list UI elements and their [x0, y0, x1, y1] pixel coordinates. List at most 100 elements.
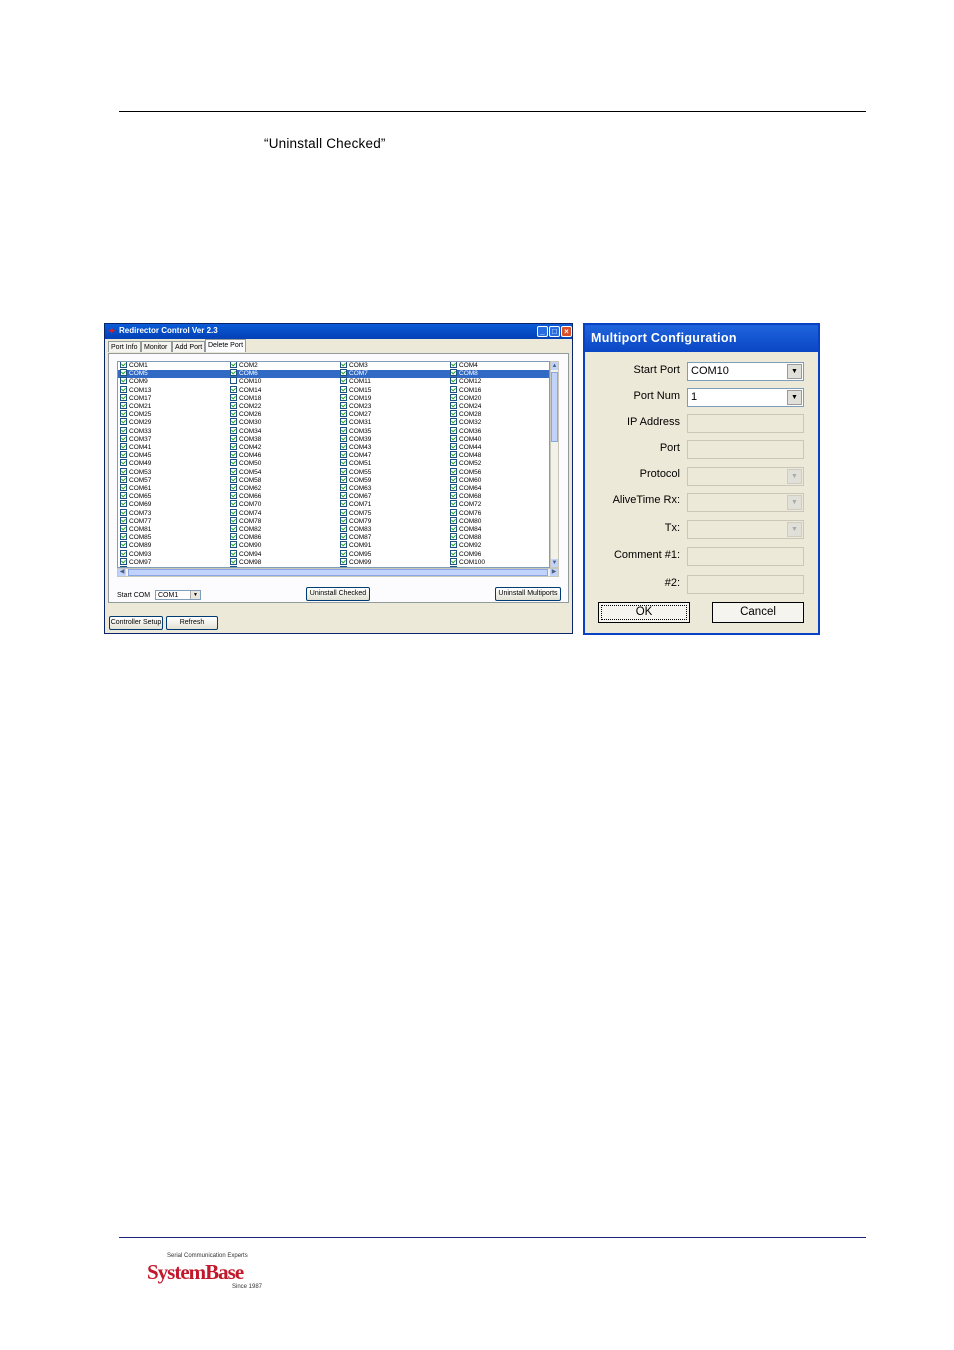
checkbox[interactable]: [450, 508, 457, 516]
checkbox[interactable]: [120, 402, 127, 409]
checkbox[interactable]: [230, 385, 237, 393]
list-item[interactable]: COM65 COM66 COM67 COM68: [118, 492, 549, 501]
checkbox[interactable]: [230, 377, 237, 385]
checkbox[interactable]: [450, 549, 457, 557]
hscroll-thumb[interactable]: [128, 569, 548, 576]
checkbox[interactable]: [340, 402, 347, 409]
checkbox[interactable]: [450, 525, 457, 532]
checkbox[interactable]: [120, 393, 127, 401]
checkbox[interactable]: [450, 426, 457, 434]
checkbox[interactable]: [120, 418, 127, 426]
tab-port-info[interactable]: Port Info: [108, 341, 141, 352]
checkbox[interactable]: [340, 385, 347, 393]
close-icon[interactable]: ×: [561, 326, 572, 337]
checkbox[interactable]: [340, 541, 347, 549]
scroll-thumb[interactable]: [551, 372, 558, 442]
checkbox[interactable]: [450, 410, 457, 418]
list-item[interactable]: COM1 COM2 COM3 COM4: [118, 362, 549, 370]
chevron-down-icon[interactable]: ▼: [787, 390, 802, 405]
scroll-down-icon[interactable]: ▼: [551, 559, 558, 567]
chevron-down-icon[interactable]: ▼: [787, 364, 802, 379]
checkbox[interactable]: [230, 402, 237, 409]
checkbox[interactable]: [230, 451, 237, 459]
checkbox[interactable]: [450, 402, 457, 409]
checkbox[interactable]: [450, 516, 457, 524]
checkbox[interactable]: [340, 410, 347, 418]
minimize-icon[interactable]: _: [537, 326, 548, 337]
list-item[interactable]: COM61 COM62 COM63 COM64: [118, 484, 549, 493]
list-item[interactable]: COM69 COM70 COM71 COM72: [118, 500, 549, 509]
com-port-list[interactable]: COM1 COM2 COM3 COM4 COM5 COM6 COM7 COM8 COM9 COM1…: [117, 361, 550, 568]
start-com-select[interactable]: COM1 ▼: [155, 590, 201, 600]
checkbox[interactable]: [120, 541, 127, 549]
checkbox[interactable]: [450, 385, 457, 393]
checkbox[interactable]: [230, 541, 237, 549]
checkbox[interactable]: [450, 418, 457, 426]
checkbox[interactable]: [120, 385, 127, 393]
checkbox[interactable]: [450, 484, 457, 491]
checkbox[interactable]: [230, 434, 237, 442]
checkbox[interactable]: [340, 475, 347, 483]
list-item[interactable]: COM77 COM78 COM79 COM80: [118, 516, 549, 526]
list-item[interactable]: COM17 COM18 COM19 COM20: [118, 393, 549, 403]
list-item[interactable]: COM13 COM14 COM15 COM16: [118, 385, 549, 395]
checkbox[interactable]: [340, 459, 347, 467]
checkbox[interactable]: [340, 492, 347, 500]
list-item[interactable]: COM29 COM30 COM31 COM32: [118, 418, 549, 427]
checkbox[interactable]: [450, 500, 457, 508]
cancel-button[interactable]: Cancel: [712, 602, 804, 623]
checkbox[interactable]: [120, 451, 127, 459]
uninstall-multiports-button[interactable]: Uninstall Multiports: [495, 587, 561, 601]
refresh-button[interactable]: Refresh: [166, 616, 218, 630]
list-item[interactable]: COM25 COM26 COM27 COM28: [118, 410, 549, 419]
checkbox[interactable]: [230, 393, 237, 401]
checkbox[interactable]: [340, 443, 347, 450]
checkbox[interactable]: [450, 541, 457, 549]
list-item[interactable]: COM33 COM34 COM35 COM36: [118, 426, 549, 436]
checkbox[interactable]: [120, 459, 127, 467]
checkbox[interactable]: [120, 467, 127, 475]
checkbox[interactable]: [450, 369, 457, 377]
checkbox[interactable]: [450, 451, 457, 459]
checkbox[interactable]: [230, 557, 237, 565]
scroll-left-icon[interactable]: ◀: [118, 569, 126, 576]
tab-monitor[interactable]: Monitor: [141, 341, 172, 352]
checkbox[interactable]: [120, 377, 127, 385]
checkbox[interactable]: [120, 492, 127, 500]
checkbox[interactable]: [340, 393, 347, 401]
ok-button[interactable]: OK: [598, 602, 690, 623]
list-item[interactable]: COM49 COM50 COM51 COM52: [118, 459, 549, 468]
list-item[interactable]: COM37 COM38 COM39 COM40: [118, 434, 549, 444]
checkbox[interactable]: [340, 418, 347, 426]
checkbox[interactable]: [230, 549, 237, 557]
multiport-title[interactable]: Multiport Configuration: [585, 325, 818, 352]
start-port-select[interactable]: COM10 ▼: [687, 362, 804, 381]
checkbox[interactable]: [340, 549, 347, 557]
list-item[interactable]: COM81 COM82 COM83 COM84: [118, 525, 549, 534]
list-item[interactable]: COM41 COM42 COM43 COM44: [118, 443, 549, 452]
checkbox[interactable]: [230, 525, 237, 532]
list-item[interactable]: COM45 COM46 COM47 COM48: [118, 451, 549, 460]
checkbox[interactable]: [230, 508, 237, 516]
checkbox[interactable]: [230, 516, 237, 524]
uninstall-checked-button[interactable]: Uninstall Checked: [306, 587, 370, 601]
checkbox[interactable]: [340, 484, 347, 491]
list-item[interactable]: COM9 COM10 COM11 COM12: [118, 377, 549, 386]
checkbox[interactable]: [230, 475, 237, 483]
checkbox[interactable]: [340, 533, 347, 541]
checkbox[interactable]: [340, 557, 347, 565]
checkbox[interactable]: [340, 369, 347, 377]
checkbox[interactable]: [120, 475, 127, 483]
checkbox[interactable]: [340, 516, 347, 524]
checkbox[interactable]: [450, 492, 457, 500]
checkbox[interactable]: [120, 410, 127, 418]
checkbox[interactable]: [120, 484, 127, 491]
checkbox[interactable]: [120, 443, 127, 450]
checkbox[interactable]: [340, 525, 347, 532]
list-item[interactable]: COM73 COM74 COM75 COM76: [118, 508, 549, 518]
port-num-select[interactable]: 1 ▼: [687, 388, 804, 407]
checkbox[interactable]: [340, 508, 347, 516]
maximize-icon[interactable]: □: [549, 326, 560, 337]
checkbox[interactable]: [340, 426, 347, 434]
checkbox[interactable]: [230, 369, 237, 377]
